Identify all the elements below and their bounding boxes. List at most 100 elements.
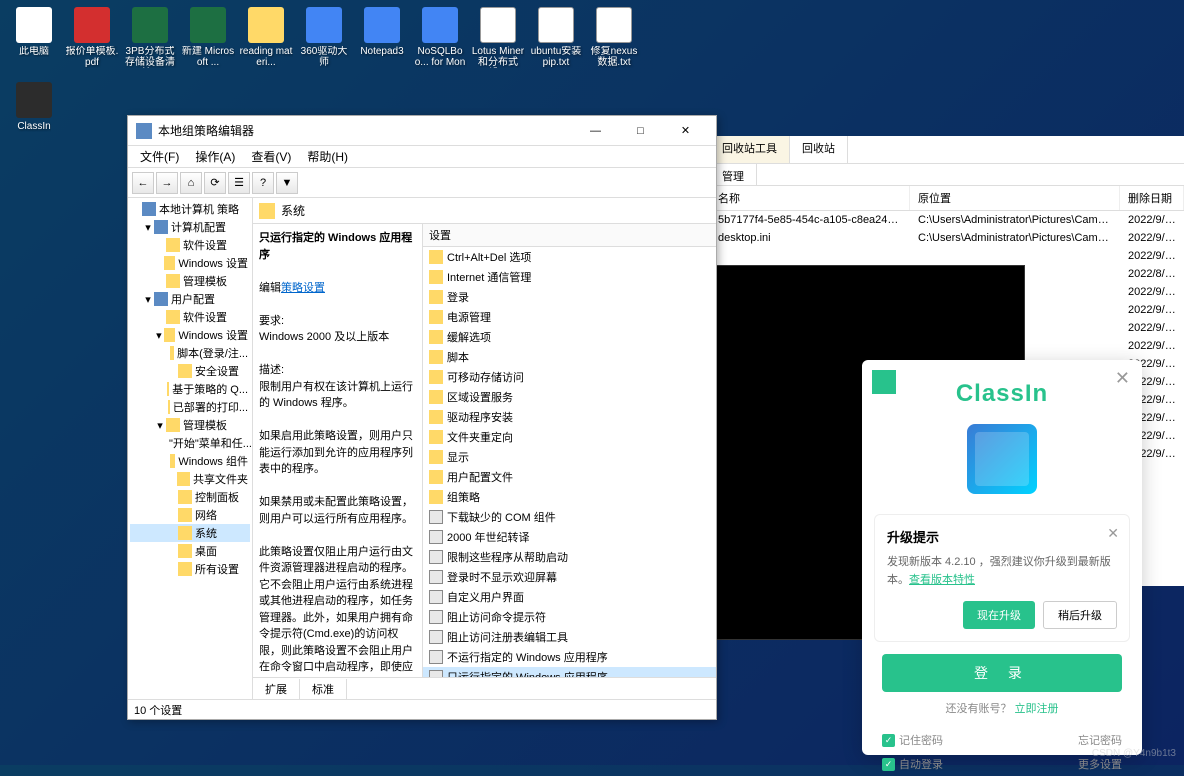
menu-file[interactable]: 文件(F) xyxy=(132,146,187,167)
setting-item[interactable]: 电源管理 xyxy=(423,307,716,327)
tree-item[interactable]: 安全设置 xyxy=(130,362,250,380)
menu-help[interactable]: 帮助(H) xyxy=(299,146,356,167)
desktop-icon[interactable]: 此电脑 xyxy=(5,5,63,80)
tree-item[interactable]: 控制面板 xyxy=(130,488,250,506)
setting-item[interactable]: 登录时不显示欢迎屏幕 xyxy=(423,567,716,587)
edit-policy-link[interactable]: 策略设置 xyxy=(281,282,325,294)
tree-item[interactable]: ▾Windows 设置 xyxy=(130,326,250,344)
titlebar[interactable]: 本地组策略编辑器 — □ ✕ xyxy=(128,116,716,146)
tool-refresh[interactable]: ⟳ xyxy=(204,172,226,194)
remember-checkbox[interactable]: ✓记住密码 xyxy=(882,732,943,748)
desktop-icon[interactable]: ubuntu安装 pip.txt xyxy=(527,5,585,80)
desktop-icon[interactable]: ClassIn xyxy=(5,80,63,155)
classin-dialog[interactable]: ✕ ClassIn ✕ 升级提示 发现新版本 4.2.10 ，强烈建议你升级到最… xyxy=(862,360,1142,755)
setting-item[interactable]: 区域设置服务 xyxy=(423,387,716,407)
explorer-tab-recycle[interactable]: 回收站 xyxy=(790,136,848,163)
setting-item[interactable]: 驱动程序安装 xyxy=(423,407,716,427)
setting-item[interactable]: Internet 通信管理 xyxy=(423,267,716,287)
tree-item[interactable]: 网络 xyxy=(130,506,250,524)
setting-item[interactable]: 不运行指定的 Windows 应用程序 xyxy=(423,647,716,667)
tree-item[interactable]: Windows 设置 xyxy=(130,254,250,272)
tree-item[interactable]: ▾管理模板 xyxy=(130,416,250,434)
minimize-button[interactable]: — xyxy=(573,117,618,145)
register-link[interactable]: 立即注册 xyxy=(1015,703,1059,715)
tree-item[interactable]: 系统 xyxy=(130,524,250,542)
desktop-icon[interactable]: 新建 Microsoft ... xyxy=(179,5,237,80)
desktop-icon[interactable] xyxy=(643,5,701,80)
tool-filter[interactable]: ▼ xyxy=(276,172,298,194)
tree-item[interactable]: ▾用户配置 xyxy=(130,290,250,308)
tree-item[interactable]: 已部署的打印... xyxy=(130,398,250,416)
desktop-icon[interactable]: 修复nexus 数据.txt xyxy=(585,5,643,80)
menu-action[interactable]: 操作(A) xyxy=(187,146,243,167)
setting-item[interactable]: 限制这些程序从帮助启动 xyxy=(423,547,716,567)
classin-logo: ClassIn xyxy=(862,360,1142,416)
tree-item[interactable]: 本地计算机 策略 xyxy=(130,200,250,218)
setting-item[interactable]: 文件夹重定向 xyxy=(423,427,716,447)
tree-item[interactable]: 管理模板 xyxy=(130,272,250,290)
tree-item[interactable]: "开始"菜单和任... xyxy=(130,434,250,452)
version-features-link[interactable]: 查看版本特性 xyxy=(909,574,975,586)
list-header[interactable]: 设置 xyxy=(423,224,716,247)
setting-item[interactable]: 用户配置文件 xyxy=(423,467,716,487)
setting-item[interactable]: 脚本 xyxy=(423,347,716,367)
upgrade-close-button[interactable]: ✕ xyxy=(1107,525,1119,542)
maximize-button[interactable]: □ xyxy=(618,117,663,145)
tree-item[interactable]: 脚本(登录/注... xyxy=(130,344,250,362)
setting-item[interactable]: 显示 xyxy=(423,447,716,467)
explorer-subtab-manage[interactable]: 管理 xyxy=(710,164,757,185)
setting-item[interactable]: 缓解选项 xyxy=(423,327,716,347)
col-name[interactable]: 名称 xyxy=(710,186,910,210)
setting-item[interactable]: 可移动存储访问 xyxy=(423,367,716,387)
col-deleted[interactable]: 删除日期 xyxy=(1120,186,1184,210)
upgrade-now-button[interactable]: 现在升级 xyxy=(963,601,1035,629)
desktop-icon[interactable]: Notepad3 xyxy=(353,5,411,80)
tool-back[interactable]: ← xyxy=(132,172,154,194)
table-row[interactable]: 2022/9/8 1 xyxy=(710,247,1184,265)
setting-item[interactable]: 阻止访问注册表编辑工具 xyxy=(423,627,716,647)
setting-item[interactable]: 只运行指定的 Windows 应用程序 xyxy=(423,667,716,677)
tree-item[interactable]: 软件设置 xyxy=(130,236,250,254)
desktop-icon[interactable]: 3PB分布式存储设备清单... xyxy=(121,5,179,80)
forgot-link[interactable]: 忘记密码 xyxy=(1078,732,1122,748)
setting-item[interactable]: 2000 年世纪转译 xyxy=(423,527,716,547)
desktop-icon[interactable]: 360驱动大师 xyxy=(295,5,353,80)
explorer-tab-tools[interactable]: 回收站工具 xyxy=(710,136,790,163)
desktop-icon[interactable]: 报价单模板.pdf xyxy=(63,5,121,80)
setting-item[interactable]: 登录 xyxy=(423,287,716,307)
desktop-icon[interactable]: NoSQLBoo... for Mongo... xyxy=(411,5,469,80)
qr-icon[interactable] xyxy=(872,370,896,394)
close-button[interactable]: ✕ xyxy=(663,117,708,145)
tree-item[interactable]: 软件设置 xyxy=(130,308,250,326)
tab-standard[interactable]: 标准 xyxy=(300,679,347,699)
tree-item[interactable]: 基于策略的 Q... xyxy=(130,380,250,398)
setting-item[interactable]: 下载缺少的 COM 组件 xyxy=(423,507,716,527)
gpedit-window[interactable]: 本地组策略编辑器 — □ ✕ 文件(F) 操作(A) 查看(V) 帮助(H) ←… xyxy=(127,115,717,720)
menu-view[interactable]: 查看(V) xyxy=(243,146,299,167)
settings-list[interactable]: 设置 Ctrl+Alt+Del 选项Internet 通信管理登录电源管理缓解选… xyxy=(423,224,716,677)
tree-item[interactable]: Windows 组件 xyxy=(130,452,250,470)
tree-item[interactable]: 共享文件夹 xyxy=(130,470,250,488)
tree-item[interactable]: 桌面 xyxy=(130,542,250,560)
desktop-icon[interactable]: Lotus Miner 和分布式设... xyxy=(469,5,527,80)
login-button[interactable]: 登 录 xyxy=(882,654,1122,692)
tool-help[interactable]: ? xyxy=(252,172,274,194)
classin-close-button[interactable]: ✕ xyxy=(1115,368,1130,389)
tool-props[interactable]: ☰ xyxy=(228,172,250,194)
tool-fwd[interactable]: → xyxy=(156,172,178,194)
table-row[interactable]: 5b7177f4-5e85-454c-a105-c8ea24a...C:\Use… xyxy=(710,211,1184,229)
autologin-checkbox[interactable]: ✓自动登录 xyxy=(882,756,943,772)
tree-item[interactable]: ▾计算机配置 xyxy=(130,218,250,236)
tool-up[interactable]: ⌂ xyxy=(180,172,202,194)
desktop-icon[interactable]: reading materi... xyxy=(237,5,295,80)
setting-item[interactable]: 阻止访问命令提示符 xyxy=(423,607,716,627)
col-origin[interactable]: 原位置 xyxy=(910,186,1120,210)
setting-item[interactable]: 组策略 xyxy=(423,487,716,507)
table-row[interactable]: desktop.iniC:\Users\Administrator\Pictur… xyxy=(710,229,1184,247)
setting-item[interactable]: 自定义用户界面 xyxy=(423,587,716,607)
gpedit-tree[interactable]: 本地计算机 策略▾计算机配置软件设置Windows 设置管理模板▾用户配置软件设… xyxy=(128,198,253,699)
tree-item[interactable]: 所有设置 xyxy=(130,560,250,578)
tab-extended[interactable]: 扩展 xyxy=(253,679,300,699)
upgrade-later-button[interactable]: 稍后升级 xyxy=(1043,601,1117,629)
setting-item[interactable]: Ctrl+Alt+Del 选项 xyxy=(423,247,716,267)
